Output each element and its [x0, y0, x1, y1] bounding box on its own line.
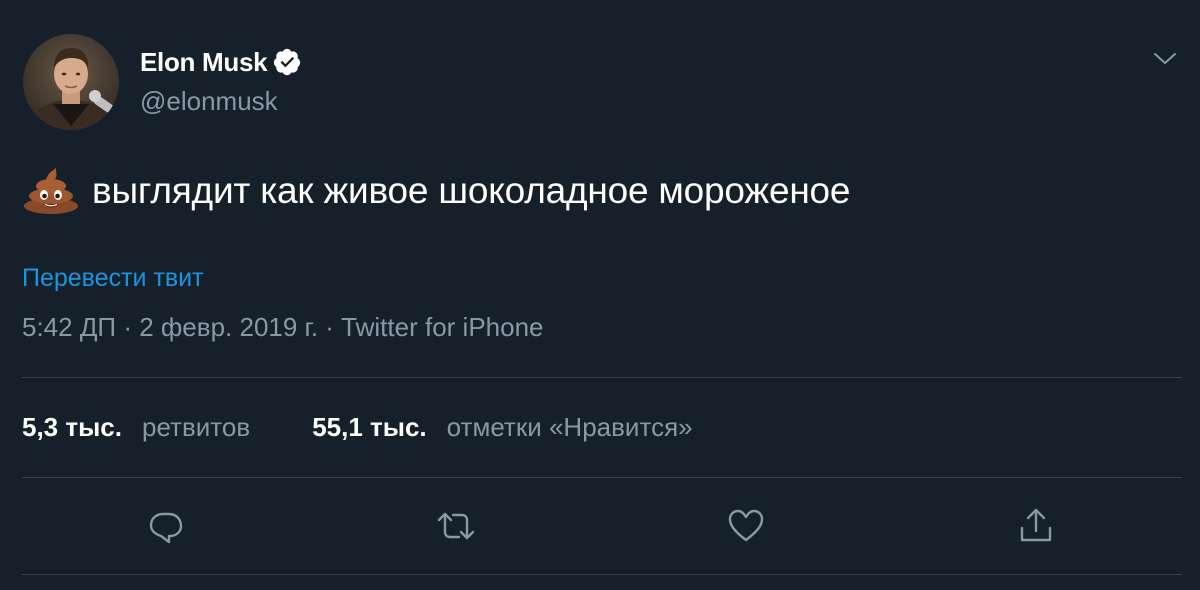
verified-badge-icon	[272, 47, 302, 77]
divider	[22, 377, 1182, 378]
retweets-stat[interactable]: 5,3 тыс. ретвитов	[22, 412, 250, 443]
tweet-stats: 5,3 тыс. ретвитов 55,1 тыс. отметки «Нра…	[22, 412, 693, 443]
likes-stat[interactable]: 55,1 тыс. отметки «Нравится»	[312, 412, 692, 443]
share-icon[interactable]	[1016, 506, 1056, 546]
author-name[interactable]: Elon Musk	[140, 47, 268, 78]
likes-count: 55,1 тыс.	[312, 412, 427, 442]
like-icon[interactable]	[726, 506, 766, 546]
avatar[interactable]	[23, 34, 119, 130]
retweet-icon[interactable]	[436, 506, 476, 546]
poop-emoji-icon	[22, 168, 80, 214]
author-handle[interactable]: @elonmusk	[140, 86, 278, 117]
translate-tweet-link[interactable]: Перевести твит	[22, 264, 204, 293]
divider	[22, 477, 1182, 478]
retweets-label: ретвитов	[142, 412, 251, 442]
divider	[22, 574, 1182, 575]
chevron-down-icon[interactable]	[1152, 46, 1178, 72]
retweets-count: 5,3 тыс.	[22, 412, 122, 442]
tweet-text-row: выглядит как живое шоколадное мороженое	[22, 168, 851, 214]
author-name-row[interactable]: Elon Musk	[140, 46, 302, 78]
likes-label: отметки «Нравится»	[446, 412, 693, 442]
tweet-text: выглядит как живое шоколадное мороженое	[92, 170, 851, 211]
tweet-meta[interactable]: 5:42 ДП · 2 февр. 2019 г. · Twitter for …	[22, 312, 544, 343]
tweet-card: Elon Musk @elonmusk выглядит как живое ш…	[0, 0, 1200, 590]
reply-icon[interactable]	[146, 506, 186, 546]
